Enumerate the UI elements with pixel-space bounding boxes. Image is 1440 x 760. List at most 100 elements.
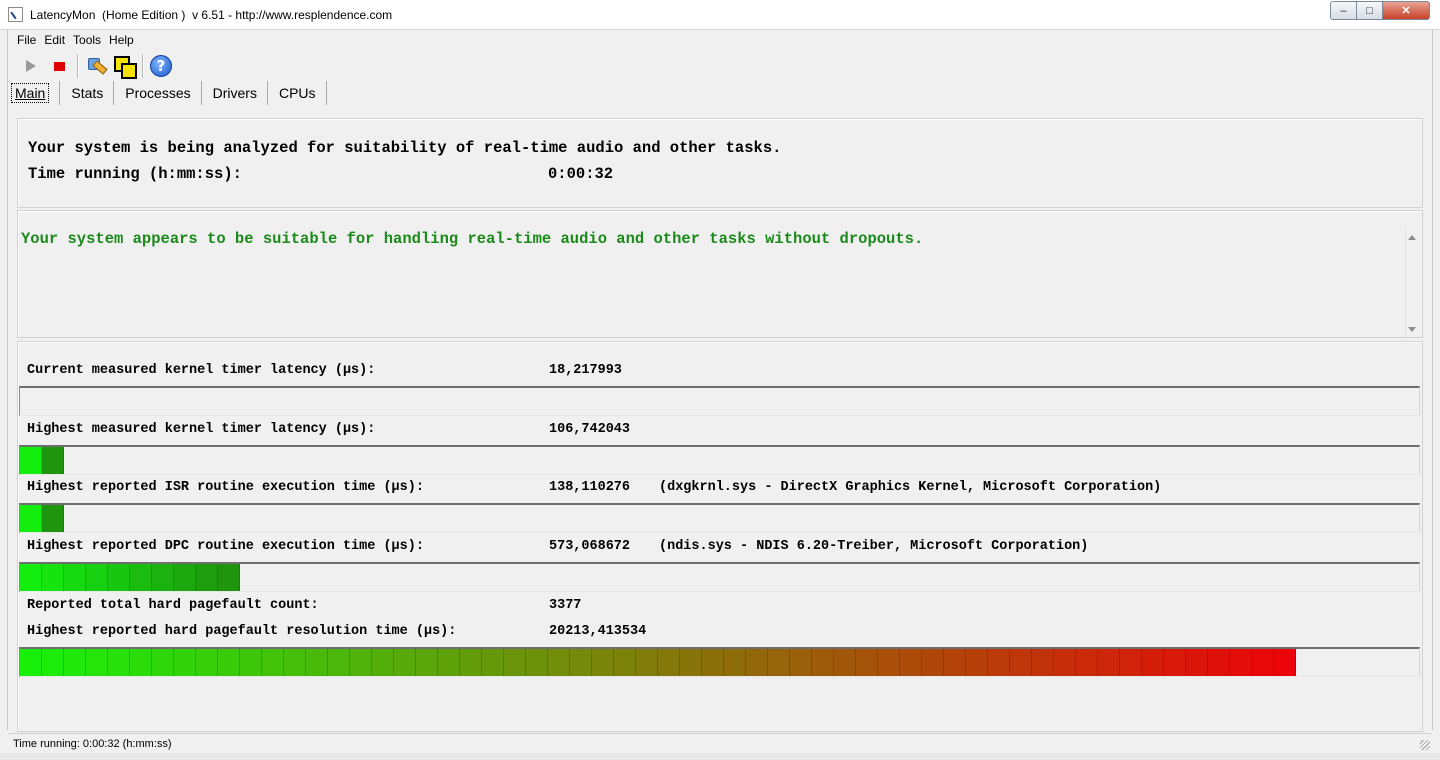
meter-segment bbox=[438, 649, 460, 676]
isr-execution-label: Highest reported ISR routine execution t… bbox=[27, 480, 424, 495]
meter-fill bbox=[20, 649, 1296, 676]
meter-segment bbox=[1142, 649, 1164, 676]
dpc-execution-label: Highest reported DPC routine execution t… bbox=[27, 539, 424, 554]
tab-processes[interactable]: Processes bbox=[114, 81, 202, 105]
meter-fill bbox=[20, 564, 240, 591]
meter-segment bbox=[636, 649, 658, 676]
meter-segment bbox=[1230, 649, 1252, 676]
maximize-button[interactable]: □ bbox=[1357, 1, 1383, 20]
verdict-scrollbar[interactable] bbox=[1405, 227, 1421, 337]
scroll-up-arrow-icon[interactable] bbox=[1408, 235, 1416, 240]
minimize-button[interactable]: – bbox=[1330, 1, 1357, 20]
meter-segment bbox=[724, 649, 746, 676]
meter-segment bbox=[108, 649, 130, 676]
stop-icon bbox=[53, 61, 65, 71]
meter-segment bbox=[856, 649, 878, 676]
dpc-execution-meter bbox=[19, 562, 1420, 592]
tab-cpus-label: CPUs bbox=[278, 85, 316, 101]
meter-segment bbox=[1032, 649, 1054, 676]
window-frame-right bbox=[1432, 30, 1440, 730]
meter-segment bbox=[614, 649, 636, 676]
meter-segment bbox=[152, 564, 174, 591]
menu-help[interactable]: Help bbox=[105, 33, 138, 47]
stop-monitor-button[interactable] bbox=[45, 53, 73, 79]
meter-segment bbox=[108, 564, 130, 591]
window-frame-left bbox=[0, 30, 8, 730]
analyzing-message: Your system is being analyzed for suitab… bbox=[28, 139, 782, 157]
options-button[interactable] bbox=[82, 53, 110, 79]
meter-segment bbox=[130, 649, 152, 676]
close-button[interactable]: ✕ bbox=[1383, 1, 1430, 20]
window-bottom-edge bbox=[0, 753, 1440, 760]
dpc-driver-detail: (ndis.sys - NDIS 6.20-Treiber, Microsoft… bbox=[659, 539, 1089, 554]
settings-icon bbox=[86, 56, 106, 76]
meter-segment bbox=[130, 564, 152, 591]
resize-grip-icon[interactable] bbox=[1420, 740, 1430, 750]
latencymon-app-icon bbox=[8, 7, 23, 22]
meter-segment bbox=[306, 649, 328, 676]
meter-segment bbox=[1186, 649, 1208, 676]
play-icon bbox=[26, 60, 36, 72]
scroll-down-arrow-icon[interactable] bbox=[1408, 327, 1416, 332]
meter-segment bbox=[592, 649, 614, 676]
help-icon: ? bbox=[150, 55, 172, 77]
kernel-latency-current-label: Current measured kernel timer latency (µ… bbox=[27, 363, 376, 378]
meter-segment bbox=[174, 649, 196, 676]
meter-segment bbox=[680, 649, 702, 676]
meter-segment bbox=[526, 649, 548, 676]
tab-drivers-label: Drivers bbox=[212, 85, 257, 101]
meter-segment bbox=[1208, 649, 1230, 676]
meter-segment bbox=[64, 649, 86, 676]
kernel-latency-current-value: 18,217993 bbox=[549, 363, 622, 378]
meter-segment bbox=[1098, 649, 1120, 676]
meter-segment bbox=[240, 649, 262, 676]
kernel-latency-highest-label: Highest measured kernel timer latency (µ… bbox=[27, 422, 376, 437]
meter-segment bbox=[86, 564, 108, 591]
meter-segment bbox=[416, 649, 438, 676]
meter-segment bbox=[746, 649, 768, 676]
start-monitor-button[interactable] bbox=[17, 53, 45, 79]
meter-segment bbox=[790, 649, 812, 676]
meter-segment bbox=[42, 447, 64, 474]
toolbar-separator bbox=[142, 54, 143, 78]
toolbar: ? bbox=[9, 51, 1431, 81]
windows-icon bbox=[113, 55, 137, 79]
meter-fill bbox=[20, 505, 64, 532]
meter-segment bbox=[922, 649, 944, 676]
meter-segment bbox=[284, 649, 306, 676]
tab-stats[interactable]: Stats bbox=[60, 81, 115, 105]
meter-segment bbox=[944, 649, 966, 676]
tab-stats-label: Stats bbox=[71, 85, 104, 101]
meter-segment bbox=[1076, 649, 1098, 676]
meter-segment bbox=[42, 505, 64, 532]
status-bar: Time running: 0:00:32 (h:mm:ss) bbox=[9, 733, 1431, 753]
meter-segment bbox=[196, 564, 218, 591]
toggle-windows-button[interactable] bbox=[110, 53, 138, 79]
pagefault-time-meter bbox=[19, 647, 1420, 677]
pagefault-time-label: Highest reported hard pagefault resoluti… bbox=[27, 624, 457, 639]
meter-segment bbox=[658, 649, 680, 676]
isr-execution-meter bbox=[19, 503, 1420, 533]
meter-segment bbox=[394, 649, 416, 676]
tab-cpus[interactable]: CPUs bbox=[268, 81, 327, 105]
meter-segment bbox=[1164, 649, 1186, 676]
meter-segment bbox=[900, 649, 922, 676]
menu-edit[interactable]: Edit bbox=[40, 33, 69, 47]
meter-segment bbox=[812, 649, 834, 676]
meter-segment bbox=[988, 649, 1010, 676]
help-button[interactable]: ? bbox=[147, 53, 175, 79]
meter-segment bbox=[878, 649, 900, 676]
toolbar-separator bbox=[77, 54, 78, 78]
tab-drivers[interactable]: Drivers bbox=[202, 81, 268, 105]
verdict-message: Your system appears to be suitable for h… bbox=[21, 230, 924, 248]
kernel-latency-current-meter bbox=[19, 386, 1420, 416]
meter-segment bbox=[702, 649, 724, 676]
tab-main-label: Main bbox=[11, 83, 50, 103]
meter-segment bbox=[328, 649, 350, 676]
menu-file[interactable]: File bbox=[13, 33, 40, 47]
tab-processes-label: Processes bbox=[125, 85, 191, 101]
meter-segment bbox=[1054, 649, 1076, 676]
menu-tools[interactable]: Tools bbox=[69, 33, 105, 47]
kernel-latency-highest-value: 106,742043 bbox=[549, 422, 631, 437]
tab-main[interactable]: Main bbox=[9, 81, 61, 105]
